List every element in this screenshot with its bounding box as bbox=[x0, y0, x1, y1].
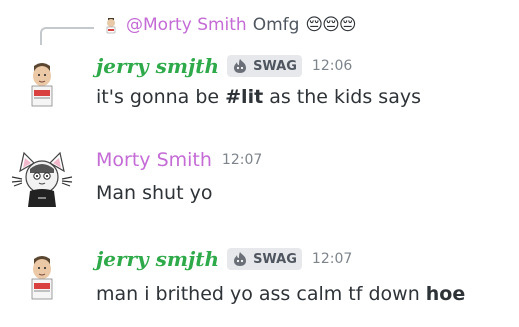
timestamp[interactable]: 12:07 bbox=[312, 251, 352, 267]
message-text: man i brithed yo ass calm tf down bbox=[96, 283, 426, 305]
avatar-morty[interactable] bbox=[10, 145, 74, 207]
flame-icon bbox=[234, 59, 247, 73]
message-text-tail: as the kids says bbox=[263, 86, 421, 108]
message-header: Morty Smith 12:07 bbox=[96, 149, 262, 171]
server-tag-label: SWAG bbox=[253, 58, 297, 74]
pensive-emoji: 😔😔😔 bbox=[305, 15, 356, 35]
author-name[interactable]: jerry smjth bbox=[96, 247, 219, 271]
server-tag-label: SWAG bbox=[253, 251, 297, 267]
timestamp[interactable]: 12:06 bbox=[312, 58, 352, 74]
message-body: Man shut yo bbox=[96, 182, 213, 204]
avatar-jerry[interactable] bbox=[12, 245, 72, 305]
timestamp[interactable]: 12:07 bbox=[222, 152, 262, 168]
message-bold-text: #lit bbox=[225, 86, 264, 108]
reply-avatar[interactable] bbox=[102, 16, 120, 34]
message-text: it's gonna be bbox=[96, 86, 226, 108]
message-header: jerry smjth SWAG 12:07 bbox=[96, 247, 352, 271]
flame-icon bbox=[234, 252, 247, 266]
reply-spine bbox=[40, 27, 94, 45]
server-tag[interactable]: SWAG bbox=[227, 248, 302, 270]
message-header: jerry smjth SWAG 12:06 bbox=[96, 54, 352, 78]
reply-text[interactable]: Omfg bbox=[253, 15, 300, 35]
message-body: man i brithed yo ass calm tf down hoe bbox=[96, 283, 465, 305]
author-name[interactable]: Morty Smith bbox=[96, 149, 212, 171]
message-bold-text: hoe bbox=[425, 283, 466, 305]
reply-preview[interactable]: @Morty Smith Omfg 😔😔😔 bbox=[102, 15, 357, 35]
author-name[interactable]: jerry smjth bbox=[96, 54, 219, 78]
server-tag[interactable]: SWAG bbox=[227, 55, 302, 77]
chat-log: @Morty Smith Omfg 😔😔😔 jerry smjth SWAG 1… bbox=[0, 0, 519, 327]
message-body: it's gonna be #lit as the kids says bbox=[96, 86, 421, 108]
avatar-jerry[interactable] bbox=[12, 52, 72, 112]
reply-author[interactable]: @Morty Smith bbox=[126, 15, 247, 35]
